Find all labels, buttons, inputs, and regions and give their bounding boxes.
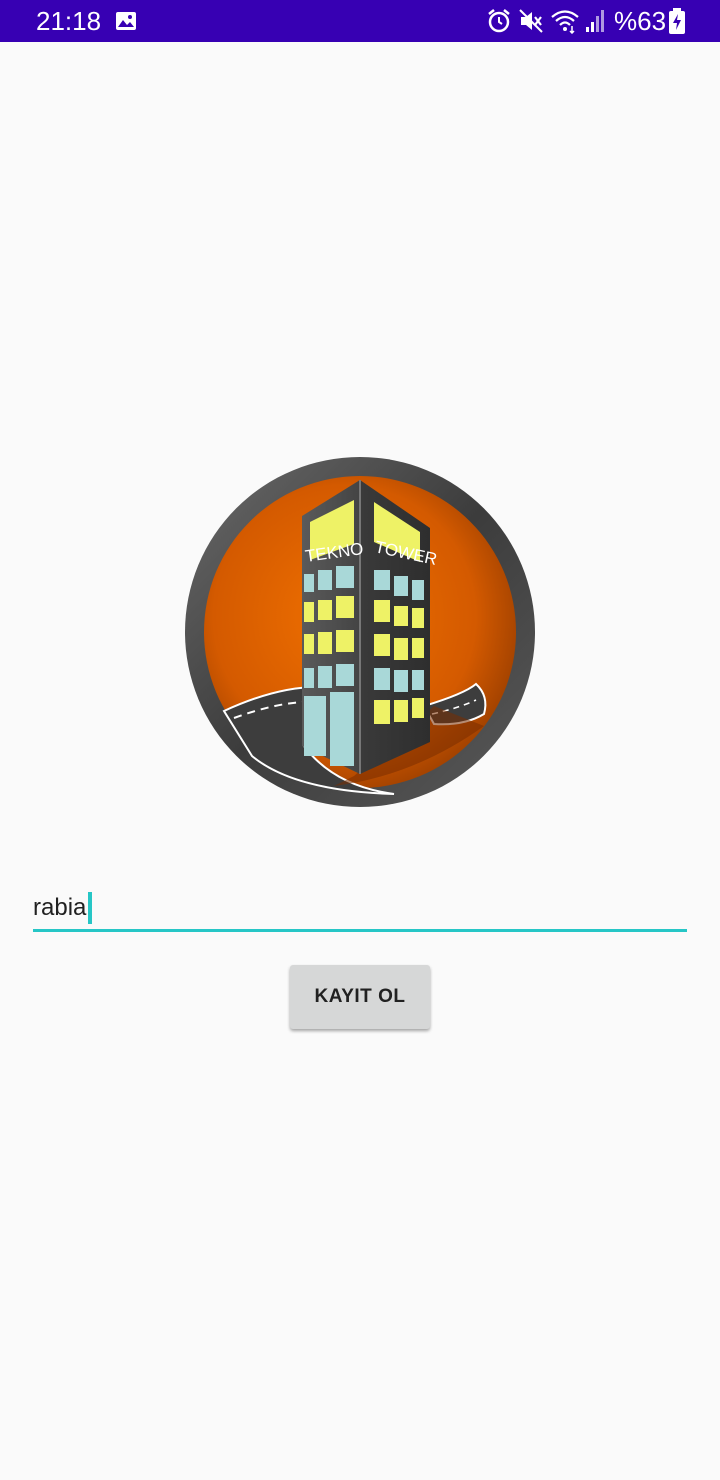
tekno-tower-logo: TEKNO TOWER [185, 457, 535, 807]
text-cursor [88, 892, 92, 924]
status-bar: 21:18 %63 [0, 0, 720, 42]
image-icon [116, 12, 136, 30]
status-time: 21:18 [36, 6, 102, 36]
name-field[interactable] [33, 882, 687, 934]
main-content: TEKNO TOWER KAYIT OL [0, 42, 720, 1480]
name-input[interactable] [33, 888, 687, 928]
battery-charging-icon [669, 8, 685, 34]
input-underline [33, 929, 687, 932]
mute-icon [519, 9, 543, 33]
signal-icon [586, 10, 604, 32]
register-button[interactable]: KAYIT OL [290, 965, 430, 1029]
battery-percent: %63 [614, 6, 667, 36]
alarm-icon [488, 9, 510, 33]
wifi-icon [551, 10, 579, 34]
